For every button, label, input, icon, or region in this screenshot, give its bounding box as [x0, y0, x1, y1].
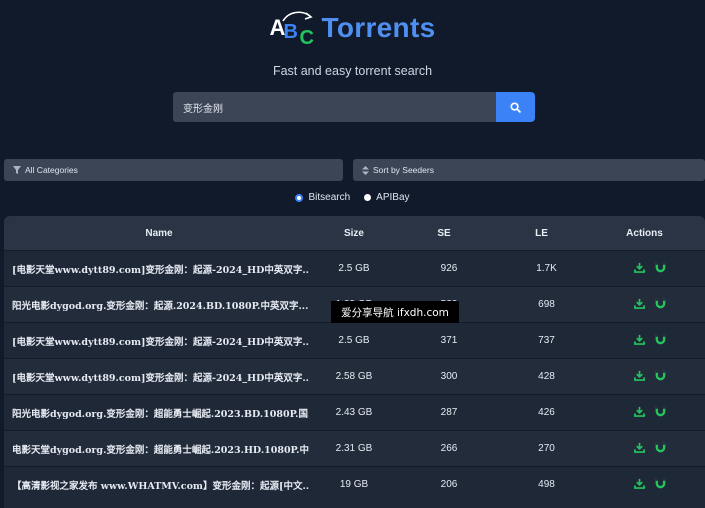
row-leechers: 428 — [538, 371, 555, 382]
row-name-text[interactable]: 阳光电影dygod.org.变形金刚：起源.2024.BD.1080P.中英双字… — [12, 301, 308, 312]
row-actions — [594, 334, 705, 348]
table-header: Name Size SE LE Actions — [4, 216, 705, 250]
table-body: [电影天堂www.dytt89.com]变形金刚：起源-2024_HD中英双字.… — [4, 250, 705, 502]
row-size: 2.43 GB — [335, 407, 373, 418]
row-seeders: 206 — [440, 479, 458, 490]
table-row: 电影天堂dygod.org.变形金刚：超能勇士崛起.2023.HD.1080P.… — [4, 430, 705, 466]
row-name[interactable]: 阳光电影dygod.org.变形金刚：超能勇士崛起.2023.BD.1080P.… — [4, 406, 309, 420]
row-leechers: 698 — [538, 299, 555, 310]
row-actions — [594, 262, 705, 276]
header-le[interactable]: LE — [494, 228, 589, 239]
logo-abc-mark: A B C — [270, 9, 320, 49]
radio-apibay-label: APIBay — [376, 192, 410, 203]
radio-apibay[interactable]: APIBay — [364, 192, 410, 203]
row-name-text[interactable]: 【高清影视之家发布 www.WHATMV.com】变形金刚：起源[中文... — [12, 481, 309, 492]
radio-apibay-dot[interactable] — [364, 194, 372, 201]
row-actions — [594, 442, 705, 456]
download-icon[interactable] — [633, 334, 645, 348]
download-icon[interactable] — [633, 370, 645, 384]
logo-letter-b: B — [283, 21, 298, 43]
magnet-icon[interactable] — [655, 406, 666, 420]
header-actions: Actions — [626, 227, 663, 239]
row-name-text[interactable]: 阳光电影dygod.org.变形金刚：超能勇士崛起.2023.BD.1080P.… — [12, 409, 309, 420]
table-row: 阳光电影dygod.org.变形金刚：超能勇士崛起.2023.BD.1080P.… — [4, 394, 705, 430]
row-leechers: 737 — [538, 335, 555, 346]
row-name-text[interactable]: [电影天堂www.dytt89.com]变形金刚：起源-2024_HD中英双字.… — [12, 373, 309, 384]
row-name[interactable]: [电影天堂www.dytt89.com]变形金刚：起源-2024_HD中英双字.… — [4, 334, 309, 348]
logo[interactable]: A B C Torrents — [0, 8, 705, 49]
row-name[interactable]: [电影天堂www.dytt89.com]变形金刚：起源-2024_HD中英双字.… — [4, 262, 309, 276]
logo-letter-c: C — [299, 27, 314, 49]
download-icon[interactable] — [633, 406, 645, 420]
filter-icon — [13, 166, 21, 174]
magnet-icon[interactable] — [655, 298, 666, 312]
magnet-icon[interactable] — [655, 370, 666, 384]
search-button[interactable] — [496, 92, 535, 122]
row-actions — [594, 478, 705, 492]
row-size: 2.5 GB — [338, 335, 370, 346]
category-select[interactable]: All Categories — [4, 159, 343, 181]
page: A B C Torrents Fast and easy torrent sea… — [0, 0, 705, 508]
search-input[interactable] — [173, 92, 496, 122]
logo-text: Torrents — [321, 12, 436, 43]
sort-select-label: Sort by Seeders — [373, 165, 434, 175]
table-row: [电影天堂www.dytt89.com]变形金刚：起源-2024_HD中英双字.… — [4, 322, 705, 358]
row-size: 19 GB — [339, 479, 369, 490]
row-actions — [594, 370, 705, 384]
row-seeders: 371 — [440, 335, 458, 346]
magnet-icon[interactable] — [655, 442, 666, 456]
magnet-icon[interactable] — [655, 478, 666, 492]
row-name[interactable]: 阳光电影dygod.org.变形金刚：起源.2024.BD.1080P.中英双字… — [4, 298, 309, 312]
row-leechers: 498 — [538, 479, 555, 490]
download-icon[interactable] — [633, 298, 645, 312]
search-bar — [173, 92, 535, 122]
row-leechers: 1.7K — [536, 263, 557, 274]
row-name[interactable]: [电影天堂www.dytt89.com]变形金刚：起源-2024_HD中英双字.… — [4, 370, 309, 384]
row-size: 2.5 GB — [338, 263, 370, 274]
search-icon — [510, 101, 521, 113]
row-actions — [594, 406, 705, 420]
radio-bitsearch-label: Bitsearch — [308, 192, 351, 203]
row-seeders: 266 — [440, 443, 458, 454]
row-name-text[interactable]: [电影天堂www.dytt89.com]变形金刚：起源-2024_HD中英双字.… — [12, 337, 309, 348]
row-actions — [594, 298, 705, 312]
download-icon[interactable] — [633, 478, 645, 492]
table-row: 【高清影视之家发布 www.WHATMV.com】变形金刚：起源[中文... 19… — [4, 466, 705, 502]
table-row: [电影天堂www.dytt89.com]变形金刚：起源-2024_HD中英双字.… — [4, 250, 705, 286]
row-seeders: 926 — [440, 263, 458, 274]
radio-bitsearch[interactable]: Bitsearch — [295, 192, 350, 203]
magnet-icon[interactable] — [655, 262, 666, 276]
tagline: Fast and easy torrent search — [272, 64, 433, 78]
row-size: 2.58 GB — [335, 371, 373, 382]
watermark: 爱分享导航 ifxdh.com — [331, 301, 459, 323]
download-icon[interactable] — [633, 262, 645, 276]
row-seeders: 300 — [440, 371, 458, 382]
row-name-text[interactable]: 电影天堂dygod.org.变形金刚：超能勇士崛起.2023.HD.1080P.… — [12, 445, 309, 456]
row-seeders: 287 — [440, 407, 458, 418]
magnet-icon[interactable] — [655, 334, 666, 348]
row-leechers: 426 — [538, 407, 555, 418]
header-name[interactable]: Name — [4, 228, 314, 239]
radio-bitsearch-dot[interactable] — [295, 193, 304, 202]
row-name[interactable]: 电影天堂dygod.org.变形金刚：超能勇士崛起.2023.HD.1080P.… — [4, 442, 309, 456]
download-icon[interactable] — [633, 442, 645, 456]
sort-icon — [362, 165, 369, 175]
source-selector: Bitsearch APIBay — [0, 192, 705, 203]
header-se[interactable]: SE — [394, 228, 494, 239]
category-select-label: All Categories — [25, 165, 78, 175]
row-name-text[interactable]: [电影天堂www.dytt89.com]变形金刚：起源-2024_HD中英双字.… — [12, 265, 309, 276]
sort-select[interactable]: Sort by Seeders — [353, 159, 705, 181]
results-table: Name Size SE LE Actions [电影天堂www.dytt89.… — [4, 216, 705, 508]
row-name[interactable]: 【高清影视之家发布 www.WHATMV.com】变形金刚：起源[中文... — [4, 478, 309, 492]
header-size[interactable]: Size — [314, 228, 394, 239]
row-size: 2.31 GB — [335, 443, 373, 454]
table-row: [电影天堂www.dytt89.com]变形金刚：起源-2024_HD中英双字.… — [4, 358, 705, 394]
row-leechers: 270 — [538, 443, 555, 454]
